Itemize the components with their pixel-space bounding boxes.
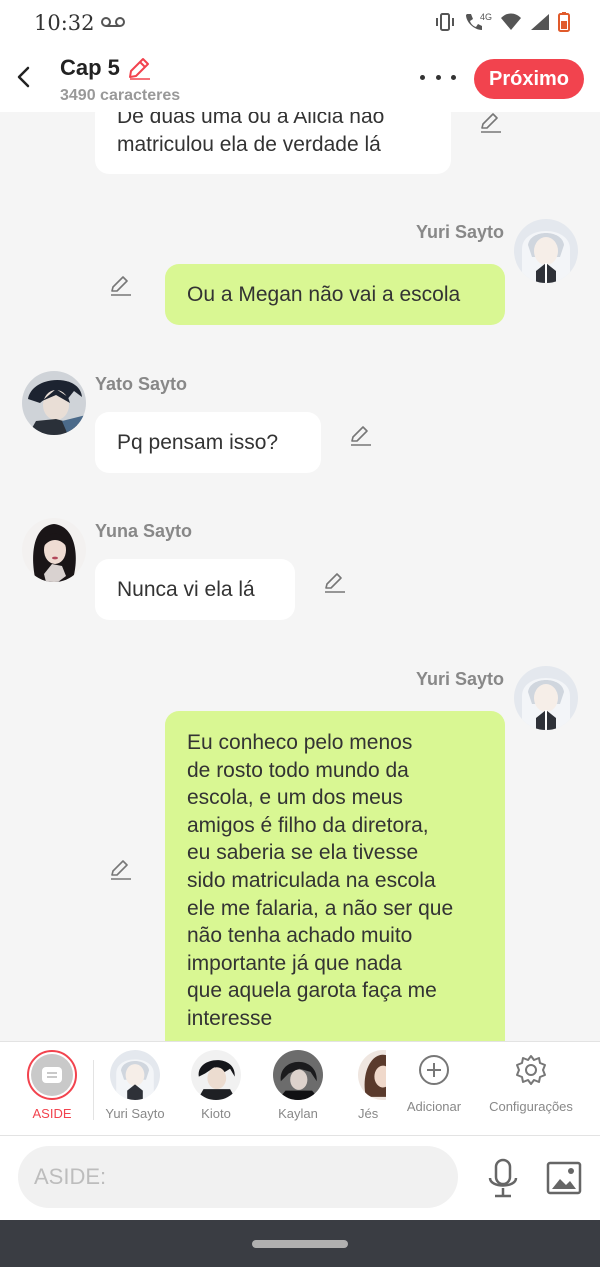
message-line: De duas uma ou a Alicia não <box>117 112 385 128</box>
sender-name: Yuri Sayto <box>415 222 504 242</box>
add-character-button[interactable]: Adicionar <box>399 1050 469 1114</box>
character-yuri[interactable]: Yuri Sayto <box>100 1050 170 1121</box>
input-bar <box>0 1136 600 1220</box>
phone-4g-icon: 4G <box>464 12 492 32</box>
aside-selector[interactable]: ASIDE <box>22 1050 82 1121</box>
avatar <box>110 1050 160 1100</box>
status-time: 10:32 <box>34 11 95 35</box>
aside-ring <box>27 1050 77 1100</box>
title-row[interactable]: Cap 5 <box>60 55 152 81</box>
avatar[interactable] <box>514 666 578 730</box>
chat-area[interactable]: De duas uma ou a Alicia não matriculou e… <box>0 112 600 1041</box>
avatar[interactable] <box>514 219 578 283</box>
message-line: Ou a Megan não vai a escola <box>187 283 461 306</box>
message-line: interesse <box>187 1006 273 1030</box>
settings-button[interactable]: Configurações <box>486 1050 576 1114</box>
add-circle-icon <box>419 1055 449 1085</box>
edit-message-icon[interactable] <box>349 423 373 447</box>
settings-label: Configurações <box>489 1099 573 1114</box>
more-options-button[interactable] <box>420 62 456 92</box>
character-name: Kioto <box>201 1106 231 1121</box>
message-bubble[interactable]: Nunca vi ela lá <box>95 559 295 620</box>
aside-label: ASIDE <box>32 1106 72 1121</box>
edit-title-icon[interactable] <box>126 55 152 81</box>
edit-message-icon[interactable] <box>323 570 347 594</box>
message-line: importante já que nada <box>187 951 402 975</box>
message-bubble[interactable]: Pq pensam isso? <box>95 412 321 473</box>
message-bubble[interactable]: De duas uma ou a Alicia não matriculou e… <box>95 112 451 174</box>
voicemail-icon <box>101 17 125 27</box>
sender-name: Yuna Sayto <box>95 521 193 541</box>
edit-message-icon[interactable] <box>479 112 503 134</box>
vibrate-icon <box>435 13 454 31</box>
edit-message-icon[interactable] <box>109 857 133 881</box>
character-kioto[interactable]: Kioto <box>186 1050 246 1121</box>
message-line: eu saberia se ela tivesse <box>187 841 419 865</box>
aside-avatar <box>31 1054 73 1096</box>
message-bubble[interactable]: Eu conheco pelo menos de rosto todo mund… <box>165 711 505 1041</box>
chat-bubble-icon <box>42 1067 62 1083</box>
chapter-header: Cap 5 3490 caracteres Próximo <box>0 48 600 112</box>
message-bubble[interactable]: Ou a Megan não vai a escola <box>165 264 505 325</box>
character-name: Jés <box>358 1106 379 1121</box>
signal-icon <box>531 14 549 30</box>
message-line: sido matriculada na escola <box>187 868 436 892</box>
more-dot-icon <box>435 74 441 80</box>
more-dot-icon <box>420 74 425 80</box>
character-jes[interactable]: Jés <box>350 1050 386 1121</box>
status-icons: 4G <box>434 12 570 32</box>
message-line: não tenha achado muito <box>187 924 413 948</box>
message-line: Eu conheco pelo menos <box>187 731 413 754</box>
divider <box>93 1060 94 1120</box>
message-input[interactable] <box>18 1146 458 1208</box>
microphone-icon[interactable] <box>486 1158 520 1198</box>
sender-name: Yato Sayto <box>95 374 188 394</box>
wifi-icon <box>501 13 521 30</box>
gear-icon <box>516 1055 546 1085</box>
message-line: Nunca vi ela lá <box>117 578 255 601</box>
avatar[interactable] <box>22 518 86 582</box>
character-bar: ASIDE Yuri Sayto Kioto Kaylan Jés Adicio… <box>0 1041 600 1136</box>
chat-editor-screen: 10:32 4G Cap 5 3490 caracteres Próximo D… <box>0 0 600 1267</box>
battery-icon <box>558 12 570 32</box>
avatar <box>191 1050 241 1100</box>
character-name: Yuri Sayto <box>105 1106 165 1121</box>
character-kaylan[interactable]: Kaylan <box>268 1050 328 1121</box>
avatar <box>273 1050 323 1100</box>
character-name: Kaylan <box>278 1106 318 1121</box>
network-type-label: 4G <box>479 12 492 22</box>
message-line: de rosto todo mundo da <box>187 758 409 782</box>
message-line: amigos é filho da diretora, <box>187 813 429 837</box>
avatar[interactable] <box>22 371 86 435</box>
message-line: matriculou ela de verdade lá <box>117 132 381 156</box>
sender-name: Yuri Sayto <box>415 669 504 689</box>
navigation-bar <box>0 1220 600 1267</box>
image-icon[interactable] <box>546 1161 582 1195</box>
add-label: Adicionar <box>406 1099 462 1114</box>
back-arrow-icon[interactable] <box>10 62 40 92</box>
edit-message-icon[interactable] <box>109 273 133 297</box>
status-bar: 10:32 4G <box>0 0 600 48</box>
next-button[interactable]: Próximo <box>474 59 584 99</box>
more-dot-icon <box>451 74 456 80</box>
chapter-title[interactable]: Cap 5 <box>60 55 120 81</box>
character-count: 3490 caracteres <box>60 87 181 104</box>
message-line: escola, e um dos meus <box>187 786 403 810</box>
message-line: Pq pensam isso? <box>117 431 279 454</box>
message-line: ele me falaria, a não ser que <box>187 896 454 920</box>
home-gesture-handle[interactable] <box>252 1240 348 1248</box>
message-line: que aquela garota faça me <box>187 979 437 1003</box>
avatar <box>358 1050 386 1100</box>
